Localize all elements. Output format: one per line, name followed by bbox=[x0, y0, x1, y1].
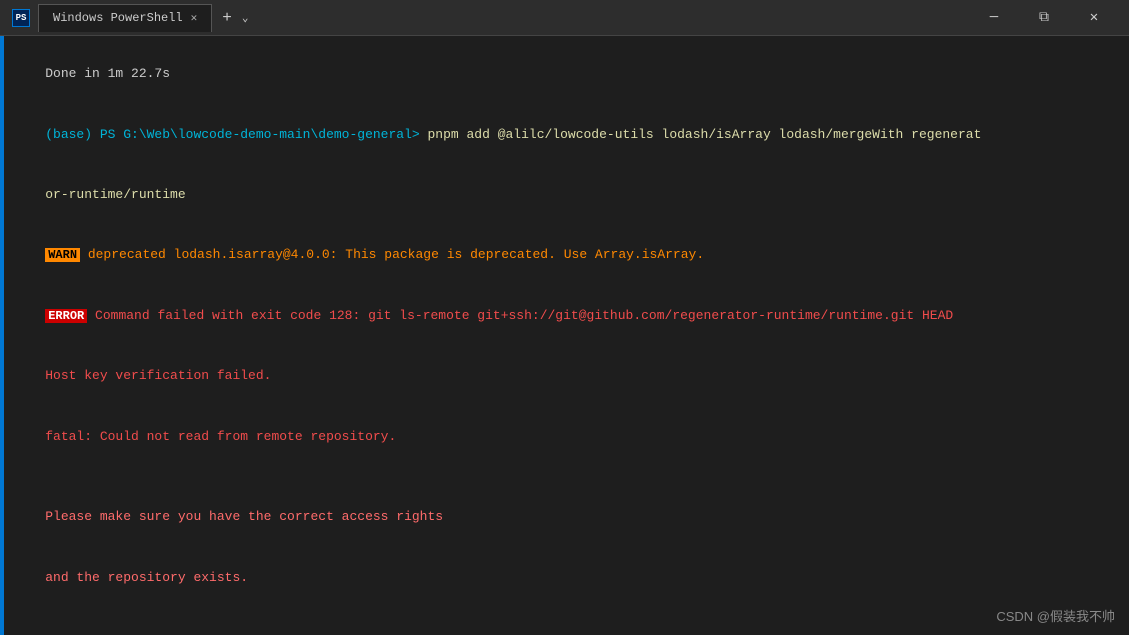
left-accent-bar bbox=[0, 36, 4, 635]
warn-line: WARN deprecated lodash.isarray@4.0.0: Th… bbox=[14, 225, 1115, 285]
error-line: ERROR Command failed with exit code 128:… bbox=[14, 286, 1115, 346]
error-text: Command failed with exit code 128: git l… bbox=[87, 308, 953, 323]
host-key-line: Host key verification failed. bbox=[14, 346, 1115, 406]
access-line2: and the repository exists. bbox=[14, 548, 1115, 608]
prompt-prefix: (base) PS G:\Web\lowcode-demo-main\demo-… bbox=[45, 127, 427, 142]
new-tab-button[interactable]: + bbox=[216, 9, 238, 27]
titlebar-left: PS Windows PowerShell ✕ + ⌄ bbox=[12, 4, 248, 32]
titlebar: PS Windows PowerShell ✕ + ⌄ ─ ⧉ ✕ bbox=[0, 0, 1129, 36]
blank1 bbox=[14, 467, 1115, 487]
fatal-line1: fatal: Could not read from remote reposi… bbox=[14, 407, 1115, 467]
powershell-tab[interactable]: Windows PowerShell ✕ bbox=[38, 4, 212, 32]
warn-text: deprecated lodash.isarray@4.0.0: This pa… bbox=[80, 247, 704, 262]
done-line: Done in 1m 22.7s bbox=[14, 44, 1115, 104]
minimize-button[interactable]: ─ bbox=[971, 4, 1017, 32]
pnpm-command-line2: or-runtime/runtime bbox=[14, 165, 1115, 225]
close-button[interactable]: ✕ bbox=[1071, 4, 1117, 32]
access-line1: Please make sure you have the correct ac… bbox=[14, 487, 1115, 547]
restore-button[interactable]: ⧉ bbox=[1021, 4, 1067, 32]
watermark: CSDN @假装我不帅 bbox=[996, 606, 1115, 625]
dep-line: This error happened while installing a d… bbox=[14, 628, 1115, 635]
tab-area: Windows PowerShell ✕ + ⌄ bbox=[38, 4, 248, 32]
tab-close-icon[interactable]: ✕ bbox=[191, 11, 198, 25]
powershell-icon: PS bbox=[12, 9, 30, 27]
pnpm-command-line: (base) PS G:\Web\lowcode-demo-main\demo-… bbox=[14, 104, 1115, 164]
tab-label: Windows PowerShell bbox=[53, 11, 183, 25]
warn-badge: WARN bbox=[45, 248, 80, 262]
tab-dropdown-icon[interactable]: ⌄ bbox=[242, 11, 249, 25]
window-controls: ─ ⧉ ✕ bbox=[971, 4, 1117, 32]
blank2 bbox=[14, 608, 1115, 628]
terminal-output[interactable]: Done in 1m 22.7s (base) PS G:\Web\lowcod… bbox=[0, 36, 1129, 635]
error-badge: ERROR bbox=[45, 309, 87, 323]
